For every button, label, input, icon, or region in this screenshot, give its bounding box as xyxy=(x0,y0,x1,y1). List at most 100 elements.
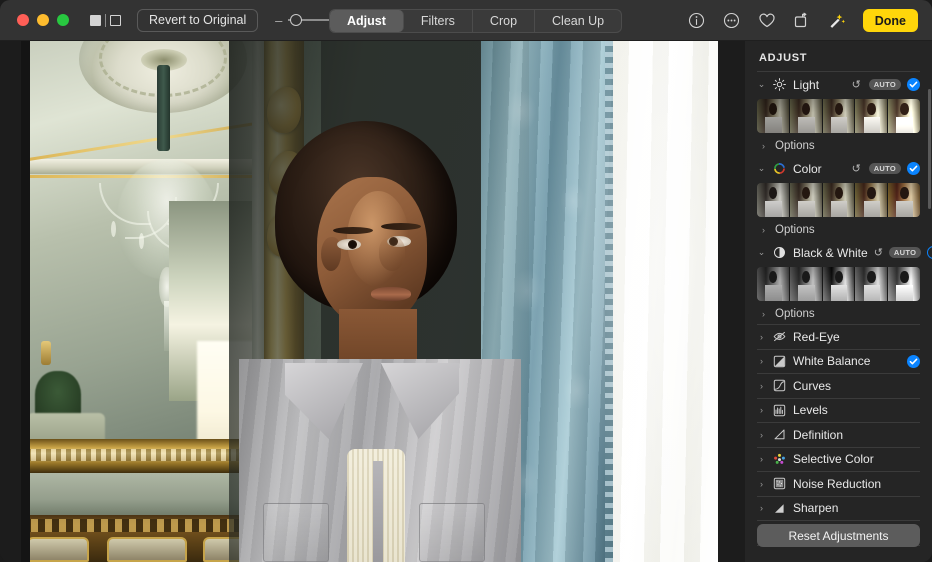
commode-panel xyxy=(27,537,89,562)
minimize-button[interactable] xyxy=(37,14,49,26)
sidebar-item-sharpen[interactable]: › Sharpen xyxy=(757,497,920,521)
chevron-down-icon[interactable]: ⌄ xyxy=(757,79,766,90)
bw-preset-thumbnail[interactable] xyxy=(789,267,822,301)
light-preset-thumbnail[interactable] xyxy=(854,99,887,133)
toggle-light-checkbox[interactable] xyxy=(907,78,920,91)
rotate-icon[interactable] xyxy=(793,12,811,30)
sidebar-item-red-eye[interactable]: › Red-Eye xyxy=(757,325,920,349)
traffic-lights xyxy=(0,14,69,26)
toggle-black-and-white-checkbox[interactable] xyxy=(927,246,932,259)
bw-preset-thumbnail[interactable] xyxy=(887,267,920,301)
bw-preset-thumbnail[interactable] xyxy=(822,267,855,301)
close-button[interactable] xyxy=(17,14,29,26)
sidebar-item-definition-label: Definition xyxy=(793,428,920,442)
light-preset-thumbnail[interactable] xyxy=(757,99,789,133)
definition-icon xyxy=(772,427,787,442)
sidebar-item-curves[interactable]: › Curves xyxy=(757,374,920,398)
chevron-down-icon[interactable]: ⌄ xyxy=(757,247,766,258)
toggle-white-balance-checkbox[interactable] xyxy=(907,355,920,368)
toggle-color-checkbox[interactable] xyxy=(907,162,920,175)
sidebar-item-levels[interactable]: › Levels xyxy=(757,399,920,423)
photos-edit-window: Revert to Original – + Adjust Filters Cr… xyxy=(0,0,932,562)
done-button[interactable]: Done xyxy=(863,9,918,32)
info-icon[interactable] xyxy=(688,12,706,30)
light-options-row[interactable]: › Options xyxy=(757,136,920,156)
group-black-and-white[interactable]: ⌄ Black & White ↺ AUTO xyxy=(757,240,920,265)
favorite-heart-icon[interactable] xyxy=(758,12,776,30)
zoom-button[interactable] xyxy=(57,14,69,26)
zoom-slider-knob[interactable] xyxy=(290,14,302,26)
edit-mode-segmented-control[interactable]: Adjust Filters Crop Clean Up xyxy=(329,9,622,33)
sidebar-item-definition[interactable]: › Definition xyxy=(757,423,920,447)
chevron-right-icon[interactable]: › xyxy=(757,405,766,415)
black-and-white-preset-strip[interactable] xyxy=(757,267,920,301)
chevron-right-icon[interactable]: › xyxy=(757,430,766,440)
reset-adjustments-button[interactable]: Reset Adjustments xyxy=(757,524,920,547)
zoom-out-icon[interactable]: – xyxy=(274,14,283,27)
revert-to-original-button[interactable]: Revert to Original xyxy=(137,9,258,32)
contrast-circle-icon xyxy=(772,245,787,260)
brightness-sun-icon xyxy=(772,77,787,92)
revert-light-icon[interactable]: ↺ xyxy=(850,78,863,91)
edited-photo[interactable] xyxy=(21,41,718,562)
revert-black-and-white-icon[interactable]: ↺ xyxy=(874,246,883,259)
adjust-sidebar[interactable]: ADJUST ⌄ Light ↺ AUTO xyxy=(745,41,932,562)
shirt-placket xyxy=(373,461,383,562)
wall-sconce xyxy=(41,341,51,365)
tab-filters[interactable]: Filters xyxy=(404,10,473,32)
shirt-pocket-left xyxy=(263,503,329,562)
compare-filled-square-icon xyxy=(90,15,101,26)
black-and-white-options-row[interactable]: › Options xyxy=(757,304,920,324)
color-preset-thumbnail[interactable] xyxy=(854,183,887,217)
light-preset-thumbnail[interactable] xyxy=(887,99,920,133)
pupil xyxy=(348,240,357,249)
sidebar-item-white-balance[interactable]: › White Balance xyxy=(757,350,920,374)
group-black-and-white-label: Black & White xyxy=(793,246,868,260)
sidebar-scrollbar[interactable] xyxy=(928,89,931,209)
subject-nose xyxy=(379,237,405,271)
toolbar: Revert to Original – + Adjust Filters Cr… xyxy=(0,0,932,41)
chevron-right-icon[interactable]: › xyxy=(757,479,766,489)
sidebar-item-red-eye-label: Red-Eye xyxy=(793,330,920,344)
subject-eyebrow-left xyxy=(333,227,373,234)
bw-preset-thumbnail[interactable] xyxy=(854,267,887,301)
color-preset-thumbnail[interactable] xyxy=(789,183,822,217)
chevron-down-icon[interactable]: ⌄ xyxy=(757,163,766,174)
white-balance-icon xyxy=(772,354,787,369)
chevron-right-icon[interactable]: › xyxy=(757,454,766,464)
subject-eyebrow-right xyxy=(381,223,421,230)
sidebar-item-selective-color[interactable]: › Selective Color xyxy=(757,448,920,472)
chevron-right-icon[interactable]: › xyxy=(757,503,766,513)
photo-canvas[interactable] xyxy=(0,41,745,562)
revert-color-icon[interactable]: ↺ xyxy=(850,162,863,175)
color-preset-strip[interactable] xyxy=(757,183,920,217)
chevron-right-icon[interactable]: › xyxy=(759,309,768,319)
compare-split-icon[interactable] xyxy=(90,14,121,27)
group-color[interactable]: ⌄ Color ↺ AUTO xyxy=(757,156,920,181)
chevron-right-icon[interactable]: › xyxy=(757,332,766,342)
bw-preset-thumbnail[interactable] xyxy=(757,267,789,301)
light-preset-thumbnail[interactable] xyxy=(789,99,822,133)
auto-light-button[interactable]: AUTO xyxy=(869,79,901,91)
chevron-right-icon[interactable]: › xyxy=(759,225,768,235)
light-preset-thumbnail[interactable] xyxy=(822,99,855,133)
group-light[interactable]: ⌄ Light ↺ AUTO xyxy=(757,72,920,97)
chevron-right-icon[interactable]: › xyxy=(757,356,766,366)
color-preset-thumbnail[interactable] xyxy=(757,183,789,217)
auto-color-button[interactable]: AUTO xyxy=(869,163,901,175)
enhance-wand-icon[interactable] xyxy=(828,12,846,30)
auto-black-and-white-button[interactable]: AUTO xyxy=(889,247,921,259)
reset-adjustments-wrapper: Reset Adjustments xyxy=(757,524,920,547)
light-preset-strip[interactable] xyxy=(757,99,920,133)
noise-reduction-icon xyxy=(772,476,787,491)
color-preset-thumbnail[interactable] xyxy=(822,183,855,217)
tab-adjust[interactable]: Adjust xyxy=(330,10,404,32)
tab-crop[interactable]: Crop xyxy=(473,10,535,32)
more-options-icon[interactable] xyxy=(723,12,741,30)
chevron-right-icon[interactable]: › xyxy=(757,381,766,391)
color-options-row[interactable]: › Options xyxy=(757,220,920,240)
chevron-right-icon[interactable]: › xyxy=(759,141,768,151)
sidebar-item-noise-reduction[interactable]: › Noise Reduction xyxy=(757,472,920,496)
color-preset-thumbnail[interactable] xyxy=(887,183,920,217)
tab-clean-up[interactable]: Clean Up xyxy=(535,10,621,32)
